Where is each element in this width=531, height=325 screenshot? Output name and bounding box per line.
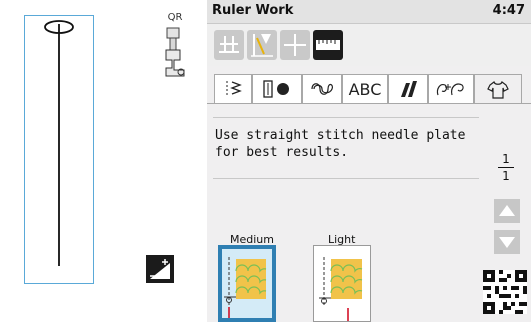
tab-divider xyxy=(207,103,531,104)
presser-foot-indicator: QR xyxy=(158,12,192,82)
message-line-1: Use straight stitch needle plate xyxy=(215,128,466,143)
contrast-adjust-icon xyxy=(150,259,170,279)
decorative-stitch-tab-icon xyxy=(311,83,333,95)
tab-satin-stitch[interactable] xyxy=(388,74,428,103)
sewing-mode-icon xyxy=(219,36,239,53)
needle-light-icon xyxy=(251,34,273,57)
character-tab-icon xyxy=(436,83,464,96)
buttonhole-tab-icon xyxy=(263,80,289,98)
utility-stitch-tab-icon xyxy=(226,81,242,97)
quilt-pattern-icon xyxy=(224,257,267,318)
scroll-down-button[interactable] xyxy=(494,230,520,254)
tab-utility-stitch[interactable] xyxy=(214,74,252,103)
presser-foot-icon xyxy=(165,27,185,77)
arrow-up-icon xyxy=(499,205,515,216)
option-light[interactable] xyxy=(313,245,371,322)
message-divider-top xyxy=(213,117,479,118)
tab-character[interactable] xyxy=(428,74,474,103)
control-panel: Ruler Work 4:47 ABC Use straight stitch … xyxy=(207,0,531,322)
satin-stitch-tab-icon xyxy=(401,81,417,97)
clock: 4:47 xyxy=(492,3,525,18)
sewing-mode-button[interactable] xyxy=(214,30,244,60)
ruler-icon xyxy=(316,40,340,50)
page-title: Ruler Work xyxy=(212,3,294,18)
presser-foot-code: QR xyxy=(167,12,183,23)
tab-decorative-stitch[interactable] xyxy=(302,74,342,103)
quilt-pattern-icon xyxy=(319,257,363,321)
instruction-message: Use straight stitch needle plate for bes… xyxy=(215,127,477,161)
straight-stitch-preview xyxy=(44,20,74,266)
category-tabs: ABC xyxy=(207,74,531,104)
stitch-preview-frame xyxy=(24,15,94,284)
crosshair-button[interactable] xyxy=(280,30,310,60)
page-current: 1 xyxy=(502,152,510,166)
option-medium[interactable] xyxy=(218,245,276,322)
qr-code-graphic xyxy=(483,270,527,314)
needle-light-button[interactable] xyxy=(247,30,277,60)
arrow-down-icon xyxy=(499,237,515,248)
alphabet-tab[interactable]: ABC xyxy=(342,74,388,103)
page-indicator: 1 1 xyxy=(496,152,516,183)
message-divider-bottom xyxy=(213,178,479,179)
stitch-preview-panel: QR xyxy=(0,0,207,322)
header-bar: Ruler Work 4:47 xyxy=(207,0,531,24)
tab-garment[interactable] xyxy=(474,74,522,104)
qr-code-icon[interactable] xyxy=(483,270,527,314)
crosshair-icon xyxy=(284,34,306,56)
page-total: 1 xyxy=(502,169,510,183)
tab-buttonhole[interactable] xyxy=(252,74,302,103)
ruler-mode-button[interactable] xyxy=(313,30,343,60)
contrast-adjust-button[interactable] xyxy=(146,255,174,283)
message-line-2: for best results. xyxy=(215,145,349,160)
scroll-up-button[interactable] xyxy=(494,199,520,223)
shirt-tab-icon xyxy=(487,80,509,99)
